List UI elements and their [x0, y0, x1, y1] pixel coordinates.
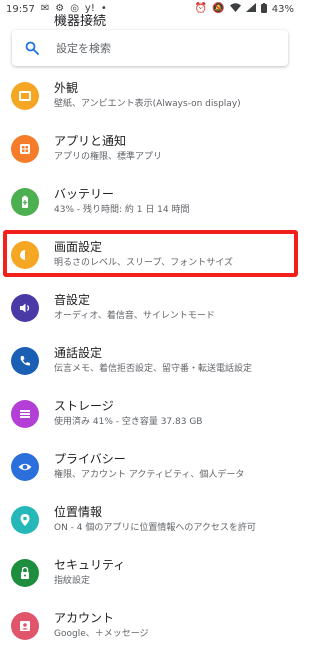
item-title: バッテリー: [54, 187, 115, 201]
account-icon: [11, 612, 39, 640]
location-pin-icon: [11, 506, 39, 534]
item-subtitle: 伝言メモ、着信拒否設定、留守番・転送電話設定: [54, 364, 253, 374]
item-subtitle: 使用済み 41% - 空き容量 37.83 GB: [54, 417, 203, 427]
clipped-previous-item[interactable]: 機器接続: [0, 14, 300, 28]
eye-icon: [11, 453, 39, 481]
item-subtitle: ON - 4 個のアプリに位置情報へのアクセスを許可: [54, 523, 256, 533]
item-subtitle: 明るさのレベル、スリープ、フォントサイズ: [54, 258, 233, 268]
settings-item-apps[interactable]: アプリと通知 アプリの権限、標準アプリ: [0, 123, 300, 176]
item-title: アカウント: [54, 611, 115, 625]
item-title: プライバシー: [54, 452, 126, 466]
item-subtitle: 権限、アカウント アクティビティ、個人データ: [54, 470, 245, 480]
settings-item-location[interactable]: 位置情報 ON - 4 個のアプリに位置情報へのアクセスを許可: [0, 494, 300, 547]
item-title: 位置情報: [54, 505, 103, 519]
status-time: 19:57: [6, 3, 35, 15]
lock-icon: [11, 559, 39, 587]
search-placeholder: 設定を検索: [56, 42, 111, 55]
yahoo-icon: y!: [84, 3, 95, 14]
settings-item-sound[interactable]: 音設定 オーディオ、着信音、サイレントモード: [0, 282, 300, 335]
storage-icon: [11, 400, 39, 428]
item-subtitle: 壁紙、アンビエント表示(Always-on display): [54, 99, 241, 109]
phone-icon: [11, 347, 39, 375]
battery-percent: 43%: [271, 3, 294, 15]
settings-item-account[interactable]: アカウント Google、＋メッセージ: [0, 600, 300, 653]
item-title: ストレージ: [54, 399, 114, 413]
item-title: セキュリティ: [54, 558, 126, 572]
settings-gear-icon: ⚙: [55, 3, 65, 14]
alarm-icon: ⏰: [194, 3, 208, 14]
apps-icon: [11, 135, 39, 163]
item-subtitle: オーディオ、着信音、サイレントモード: [54, 311, 215, 321]
settings-item-privacy[interactable]: プライバシー 権限、アカウント アクティビティ、個人データ: [0, 441, 300, 494]
settings-item-storage[interactable]: ストレージ 使用済み 41% - 空き容量 37.83 GB: [0, 388, 300, 441]
brightness-icon: [11, 241, 39, 269]
settings-item-security[interactable]: セキュリティ 指紋設定: [0, 547, 300, 600]
item-title: 通話設定: [54, 346, 103, 360]
settings-item-call[interactable]: 通話設定 伝言メモ、着信拒否設定、留守番・転送電話設定: [0, 335, 300, 388]
item-subtitle: Google、＋メッセージ: [54, 629, 149, 639]
settings-item-appearance[interactable]: 外観 壁紙、アンビエント表示(Always-on display): [0, 70, 300, 123]
item-title: 画面設定: [54, 240, 103, 254]
search-bar[interactable]: 設定を検索: [12, 30, 288, 66]
notification-icon: ✉: [40, 3, 50, 14]
item-title: 音設定: [54, 293, 91, 307]
clipped-item-title: 機器接続: [54, 14, 107, 28]
settings-item-battery[interactable]: バッテリー 43% - 残り時間: 約 1 日 14 時間: [0, 176, 300, 229]
mute-icon: 🔕: [212, 3, 225, 14]
settings-list: 外観 壁紙、アンビエント表示(Always-on display) アプリと通知…: [0, 70, 300, 653]
settings-item-display[interactable]: 画面設定 明るさのレベル、スリープ、フォントサイズ: [0, 229, 300, 282]
item-subtitle: 指紋設定: [54, 576, 91, 586]
item-title: アプリと通知: [54, 134, 127, 148]
palette-icon: [11, 82, 39, 110]
instagram-icon: ◎: [70, 3, 79, 14]
dot-icon: •: [100, 3, 107, 14]
item-title: 外観: [54, 81, 79, 95]
volume-icon: [11, 294, 39, 322]
search-icon: [12, 41, 52, 55]
item-subtitle: アプリの権限、標準アプリ: [54, 152, 163, 162]
item-subtitle: 43% - 残り時間: 約 1 日 14 時間: [54, 205, 190, 215]
battery-icon: [11, 188, 39, 216]
